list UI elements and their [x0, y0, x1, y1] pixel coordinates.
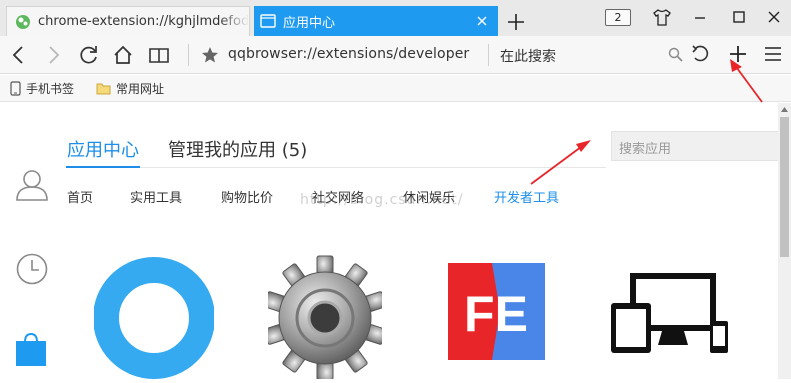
user-icon[interactable]: [15, 168, 49, 202]
forward-icon[interactable]: [42, 44, 64, 66]
clock-icon[interactable]: [15, 252, 49, 286]
category-utilities[interactable]: 实用工具: [130, 187, 182, 206]
bag-icon[interactable]: [14, 332, 48, 366]
search-input[interactable]: 在此搜索: [500, 46, 556, 66]
bookmark-label: 常用网址: [116, 82, 165, 96]
tabs-divider: [66, 167, 606, 168]
category-home[interactable]: 首页: [67, 187, 93, 206]
scroll-up-icon[interactable]: [780, 105, 789, 114]
tab-close-icon[interactable]: [474, 13, 490, 29]
search-icon[interactable]: [668, 47, 683, 62]
tab-app-center-main[interactable]: 应用中心: [67, 136, 139, 162]
app-center-favicon-icon: [260, 13, 276, 29]
fe-logo-text: FE: [464, 286, 528, 342]
category-developer-tools[interactable]: 开发者工具: [494, 187, 559, 206]
url-input[interactable]: qqbrowser://extensions/developer: [228, 46, 469, 62]
reload-icon[interactable]: [78, 44, 100, 66]
page-scrollbar[interactable]: [778, 103, 791, 379]
reader-icon[interactable]: [148, 44, 170, 66]
app-gear-icon[interactable]: [263, 254, 387, 381]
folder-icon: [96, 83, 111, 95]
bookmark-common-sites[interactable]: 常用网址: [96, 80, 164, 97]
tab-count-badge[interactable]: 2: [605, 9, 631, 26]
home-icon[interactable]: [112, 44, 134, 66]
minimize-icon[interactable]: [692, 9, 708, 25]
address-bar: qqbrowser://extensions/developer 在此搜索: [0, 36, 791, 74]
tab-bar: chrome-extension://kghjlmdefodlja 应用中心 2: [0, 0, 791, 36]
scroll-thumb[interactable]: [780, 117, 789, 257]
tab-title: 应用中心: [283, 15, 336, 31]
new-tab-icon[interactable]: [505, 11, 527, 33]
tab-extension[interactable]: chrome-extension://kghjlmdefodlja: [6, 6, 250, 36]
back-icon[interactable]: [8, 44, 30, 66]
menu-icon[interactable]: [764, 45, 782, 63]
bookmark-mobile[interactable]: 手机书签: [10, 80, 74, 97]
app-search-input[interactable]: 搜索应用: [611, 131, 781, 161]
bookmark-label: 手机书签: [26, 82, 75, 96]
active-tab-underline: [66, 166, 140, 168]
category-shopping[interactable]: 购物比价: [221, 187, 273, 206]
watermark: http://blog.csdn.net/: [300, 192, 464, 208]
undo-icon[interactable]: [690, 44, 710, 64]
tab-app-center[interactable]: 应用中心: [254, 6, 498, 36]
app-fe-icon[interactable]: FE: [448, 263, 545, 360]
tab-title: chrome-extension://kghjlmdefodlja: [38, 14, 249, 29]
tab-manage-my-apps[interactable]: 管理我的应用 (5): [168, 136, 307, 162]
window-close-icon[interactable]: [766, 9, 782, 25]
bookmarks-bar: 手机书签 常用网址: [0, 75, 791, 102]
chrome-extension-favicon-icon: [15, 14, 31, 30]
star-icon[interactable]: [201, 46, 219, 64]
app-devices-icon[interactable]: [610, 271, 728, 355]
phone-icon: [10, 81, 21, 96]
maximize-icon[interactable]: [731, 9, 747, 25]
app-ring-icon[interactable]: [93, 256, 215, 379]
skin-shirt-icon[interactable]: [653, 9, 671, 26]
plus-icon[interactable]: [728, 44, 748, 64]
